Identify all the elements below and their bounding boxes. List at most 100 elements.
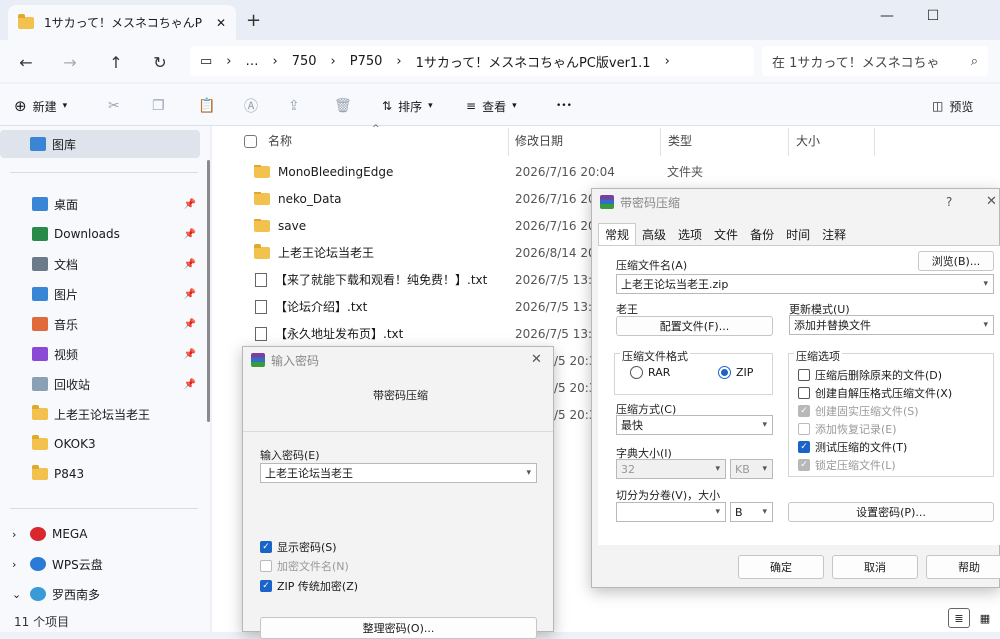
more-button[interactable]: ••• xyxy=(556,94,572,118)
tab-advanced[interactable]: 高级 xyxy=(636,223,672,245)
tab-time[interactable]: 时间 xyxy=(780,223,816,245)
breadcrumb-item[interactable]: P750 xyxy=(350,54,383,69)
back-button[interactable]: ← xyxy=(12,48,40,76)
ok-button[interactable]: 确定 xyxy=(738,555,824,579)
encrypt-names-checkbox[interactable]: 加密文件名(N) xyxy=(260,558,349,574)
sidebar-item[interactable]: 桌面 📌 xyxy=(0,190,200,218)
option-checkbox[interactable]: 创建自解压格式压缩文件(X) xyxy=(798,385,952,401)
column-name[interactable]: 名称 xyxy=(268,132,292,152)
option-checkbox[interactable]: ✓ 测试压缩的文件(T) xyxy=(798,439,907,455)
tiles-view-button[interactable]: ▦ xyxy=(974,608,996,628)
paste-icon[interactable]: 📋 xyxy=(198,94,215,118)
update-mode-select[interactable]: 添加并替换文件 ▾ xyxy=(789,315,994,335)
sidebar-drive[interactable]: › MEGA xyxy=(0,520,200,548)
help-icon[interactable]: ? xyxy=(946,195,952,209)
browse-button[interactable]: 浏览(B)... xyxy=(918,251,994,271)
method-select[interactable]: 最快 ▾ xyxy=(616,415,773,435)
file-name: 【永久地址发布页】.txt xyxy=(275,327,404,341)
sidebar-item-label: 上老王论坛当老王 xyxy=(54,407,151,422)
column-size[interactable]: 大小 xyxy=(796,132,820,152)
format-zip-radio[interactable]: ZIP xyxy=(718,366,753,379)
split-unit-select[interactable]: B ▾ xyxy=(730,502,773,522)
cut-icon[interactable]: ✂ xyxy=(108,94,120,118)
up-button[interactable]: ↑ xyxy=(102,48,130,76)
option-checkbox[interactable]: ✓ 创建固实压缩文件(S) xyxy=(798,403,919,419)
sidebar-folder[interactable]: P843 xyxy=(0,460,200,488)
dictionary-unit-select[interactable]: KB ▾ xyxy=(730,459,773,479)
refresh-button[interactable]: ↻ xyxy=(146,48,174,76)
sidebar-scrollbar[interactable] xyxy=(207,160,210,422)
pin-icon[interactable]: 📌 xyxy=(184,319,196,330)
column-type[interactable]: 类型 xyxy=(668,132,692,152)
sidebar-folder[interactable]: OKOK3 xyxy=(0,430,200,458)
breadcrumb[interactable]: ▭ › … › 750 › P750 › 1サカって！メスネコちゃんPC版ver… xyxy=(190,46,754,76)
pin-icon[interactable]: 📌 xyxy=(184,379,196,390)
breadcrumb-item[interactable]: … xyxy=(246,54,259,69)
help-button[interactable]: 帮助 xyxy=(926,555,1000,579)
sort-button[interactable]: ⇅ 排序 ▾ xyxy=(382,94,433,118)
chevron-right-icon[interactable]: › xyxy=(12,558,30,571)
pin-icon[interactable]: 📌 xyxy=(184,289,196,300)
minimize-button[interactable]: — xyxy=(864,0,910,32)
archive-name-field[interactable]: 上老王论坛当老王.zip ▾ xyxy=(616,274,994,294)
view-button[interactable]: ≡ 查看 ▾ xyxy=(466,94,517,118)
new-tab-button[interactable]: + xyxy=(246,10,261,31)
dictionary-select[interactable]: 32 ▾ xyxy=(616,459,726,479)
organize-passwords-button[interactable]: 整理密码(O)... xyxy=(260,617,537,639)
sidebar-item[interactable]: 音乐 📌 xyxy=(0,310,200,338)
show-password-checkbox[interactable]: ✓ 显示密码(S) xyxy=(260,539,337,555)
file-name: 【论坛介绍】.txt xyxy=(275,300,368,314)
share-icon[interactable]: ⇪ xyxy=(288,94,300,118)
sidebar-item[interactable]: 回收站 📌 xyxy=(0,370,200,398)
tab-files[interactable]: 文件 xyxy=(708,223,744,245)
checkbox-label: 测试压缩的文件(T) xyxy=(815,441,908,454)
sidebar-item[interactable]: Downloads 📌 xyxy=(0,220,200,248)
option-checkbox[interactable]: 压缩后删除原来的文件(D) xyxy=(798,367,942,383)
sidebar-drive[interactable]: ⌄ 罗西南多 xyxy=(0,580,200,608)
copy-icon[interactable]: ❐ xyxy=(152,94,165,118)
option-checkbox[interactable]: ✓ 锁定压缩文件(L) xyxy=(798,457,896,473)
sidebar-item[interactable]: 图片 📌 xyxy=(0,280,200,308)
chevron-down-icon[interactable]: ⌄ xyxy=(12,588,30,601)
pin-icon[interactable]: 📌 xyxy=(184,229,196,240)
tab-options[interactable]: 选项 xyxy=(672,223,708,245)
split-size-field[interactable]: ▾ xyxy=(616,502,726,522)
sidebar-drive[interactable]: › WPS云盘 xyxy=(0,550,200,578)
sidebar-folder[interactable]: 上老王论坛当老王 xyxy=(0,400,200,428)
cancel-button[interactable]: 取消 xyxy=(832,555,918,579)
preview-button[interactable]: ◫ 预览 xyxy=(932,94,973,118)
new-button[interactable]: ⊕ 新建 ▾ xyxy=(14,94,67,118)
tab-comment[interactable]: 注释 xyxy=(816,223,852,245)
set-password-button[interactable]: 设置密码(P)... xyxy=(788,502,994,522)
profiles-button[interactable]: 配置文件(F)... xyxy=(616,316,773,336)
breadcrumb-item[interactable]: 750 xyxy=(292,54,317,69)
close-icon[interactable]: ✕ xyxy=(531,352,542,367)
sidebar-item-gallery[interactable]: 图库 xyxy=(0,130,200,158)
tab-general[interactable]: 常规 xyxy=(598,223,637,245)
tab-backup[interactable]: 备份 xyxy=(744,223,780,245)
pin-icon[interactable]: 📌 xyxy=(184,259,196,270)
close-icon[interactable]: ✕ xyxy=(986,194,997,209)
option-checkbox[interactable]: 添加恢复记录(E) xyxy=(798,421,897,437)
pin-icon[interactable]: 📌 xyxy=(184,199,196,210)
zip-legacy-checkbox[interactable]: ✓ ZIP 传统加密(Z) xyxy=(260,578,358,594)
sidebar-item[interactable]: 文档 📌 xyxy=(0,250,200,278)
format-rar-radio[interactable]: RAR xyxy=(630,366,670,379)
close-icon[interactable]: ✕ xyxy=(216,16,226,30)
select-all-checkbox[interactable] xyxy=(244,135,257,148)
sidebar-item[interactable]: 视频 📌 xyxy=(0,340,200,368)
tab-current[interactable]: 1サカって！メスネコちゃんP ✕ xyxy=(8,5,236,40)
pin-icon[interactable]: 📌 xyxy=(184,349,196,360)
password-field[interactable]: 上老王论坛当老王 ▾ xyxy=(260,463,537,483)
maximize-button[interactable]: ☐ xyxy=(910,0,956,32)
details-view-button[interactable]: ≣ xyxy=(948,608,970,628)
delete-icon[interactable]: 🗑 xyxy=(334,94,352,118)
forward-button[interactable]: → xyxy=(56,48,84,76)
table-row[interactable]: MonoBleedingEdge 2026/7/16 20:04 文件夹 xyxy=(240,158,1000,185)
column-date[interactable]: 修改日期 xyxy=(515,132,563,152)
radio-label: ZIP xyxy=(736,366,754,379)
rename-icon[interactable]: Ⓐ xyxy=(244,94,258,118)
chevron-right-icon[interactable]: › xyxy=(12,528,30,541)
search-input[interactable]: 在 1サカって！メスネコちゃ ⌕ xyxy=(762,46,988,76)
breadcrumb-item[interactable]: 1サカって！メスネコちゃんPC版ver1.1 xyxy=(416,52,651,71)
